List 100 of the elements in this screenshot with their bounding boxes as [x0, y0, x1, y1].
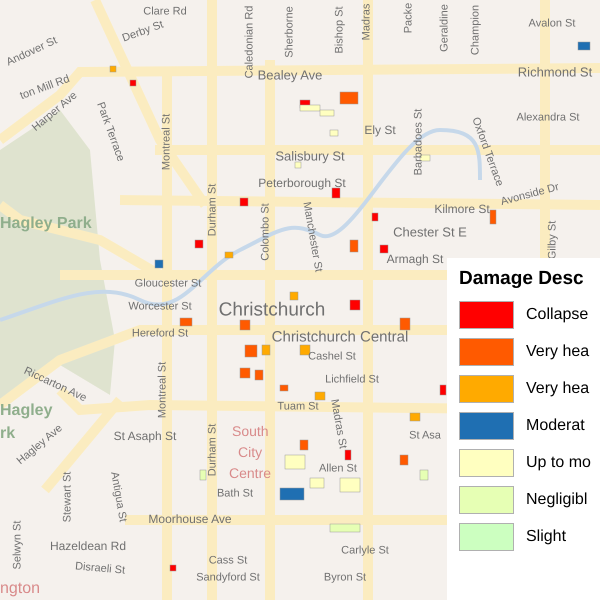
- street-label: Madras: [362, 4, 372, 40]
- street-label: Durham St: [208, 424, 218, 476]
- street-label: Derby St: [121, 20, 165, 44]
- building-footprint: [330, 130, 338, 136]
- street-label: Avalon St: [528, 18, 576, 30]
- legend-title: Damage Desc: [459, 268, 585, 290]
- building-footprint: [332, 188, 340, 198]
- street-label: Peterborough St: [258, 177, 346, 189]
- building-footprint: [340, 478, 360, 492]
- building-footprint: [254, 370, 264, 380]
- street-label: Hazeldean Rd: [50, 540, 126, 552]
- building-footprint: [310, 478, 324, 488]
- building-footprint: [240, 368, 250, 378]
- building-footprint: [244, 344, 258, 358]
- street-label: Allen St: [319, 464, 357, 474]
- street-label: Antigua St: [108, 471, 128, 523]
- street-label: Packe: [404, 2, 414, 34]
- street-label: Bath St: [216, 488, 254, 500]
- building-footprint: [314, 392, 326, 400]
- building-footprint: [262, 344, 270, 356]
- building-footprint: [380, 244, 388, 254]
- building-footprint: [154, 260, 164, 268]
- street-label: Gloucester St: [134, 278, 202, 290]
- street-label: Carlyle St: [341, 546, 389, 556]
- building-footprint: [194, 240, 204, 248]
- street-label: Oxford Terrace: [469, 116, 505, 188]
- building-footprint: [180, 318, 192, 326]
- street-label: Colombo St: [260, 203, 272, 261]
- street-label: Madras St: [328, 398, 348, 450]
- building-footprint: [240, 320, 250, 330]
- street-label: Manchester St: [300, 201, 324, 273]
- street-label: Bishop St: [334, 6, 346, 54]
- street-label: Caledonian Rd: [244, 6, 256, 78]
- building-footprint: [440, 384, 446, 396]
- street-label: Durham St: [208, 184, 218, 236]
- legend-label: Up to mo: [526, 454, 591, 472]
- building-footprint: [224, 252, 234, 258]
- building-footprint: [330, 524, 360, 532]
- street-label: Armagh St: [386, 253, 444, 265]
- legend-label: Moderat: [526, 417, 585, 435]
- building-footprint: [410, 412, 420, 422]
- street-label: Cashel St: [308, 352, 356, 362]
- building-footprint: [130, 80, 136, 86]
- building-footprint: [340, 92, 358, 104]
- building-footprint: [578, 42, 590, 50]
- building-footprint: [350, 300, 360, 310]
- building-footprint: [170, 564, 176, 572]
- street-label: Barbadoes St: [414, 108, 424, 176]
- building-footprint: [294, 162, 302, 168]
- street-label: Kilmore St: [434, 203, 490, 215]
- street-label: Cass St: [208, 556, 248, 566]
- street-label: Christchurch Central: [272, 330, 408, 344]
- street-label: Sandyford St: [196, 572, 260, 584]
- building-footprint: [344, 450, 352, 460]
- street-label: Moorhouse Ave: [148, 513, 232, 525]
- legend-label: Negligibl: [526, 491, 588, 509]
- street-label: Stewart St: [62, 472, 74, 522]
- legend-label: Very hea: [526, 380, 590, 398]
- place-label: ngton: [0, 581, 40, 597]
- street-label: St Asaph St: [114, 430, 176, 442]
- street-label: Salisbury St: [275, 150, 345, 162]
- building-footprint: [400, 454, 408, 466]
- building-footprint: [110, 66, 116, 72]
- street-label: Tuam St: [277, 402, 319, 412]
- legend-label: Very hea: [526, 343, 590, 361]
- building-footprint: [290, 292, 298, 300]
- street-label: Selwyn St: [12, 520, 24, 570]
- street-label: St Asa: [409, 430, 441, 442]
- building-footprint: [350, 240, 358, 252]
- place-label: South: [232, 424, 269, 438]
- street-label: Lichfield St: [325, 374, 379, 386]
- place-label: Centre: [229, 466, 272, 480]
- legend-label: Collapse: [526, 306, 588, 324]
- legend-label: Slight: [526, 528, 566, 546]
- street-label: Christchurch: [218, 300, 326, 320]
- street-label: Worcester St: [128, 302, 192, 312]
- building-footprint: [280, 488, 304, 500]
- street-label: Sherborne: [284, 6, 296, 58]
- park-label: Hagley: [0, 403, 52, 419]
- building-footprint: [420, 470, 428, 480]
- street-label: Ely St: [364, 124, 396, 136]
- street-label: Champion: [470, 4, 482, 56]
- street-label: Park Terrace: [94, 100, 126, 164]
- street-label: Gilby St: [548, 220, 558, 260]
- building-footprint: [200, 470, 206, 480]
- park-label: Hagley Park: [0, 216, 92, 232]
- place-label: City: [238, 445, 262, 459]
- street-label: Bealey Ave: [258, 68, 322, 82]
- street-label: Geraldine: [440, 4, 450, 52]
- building-footprint: [490, 210, 496, 224]
- street-label: Clare Rd: [143, 6, 187, 18]
- street-label: Hereford St: [132, 328, 188, 340]
- park-label: rk: [0, 426, 16, 442]
- street-label: Montreal St: [158, 362, 168, 418]
- building-footprint: [280, 384, 288, 392]
- street-label: Montreal St: [162, 114, 172, 170]
- building-footprint: [240, 198, 248, 206]
- building-footprint: [300, 344, 310, 356]
- building-footprint: [400, 318, 410, 330]
- building-footprint: [300, 440, 308, 450]
